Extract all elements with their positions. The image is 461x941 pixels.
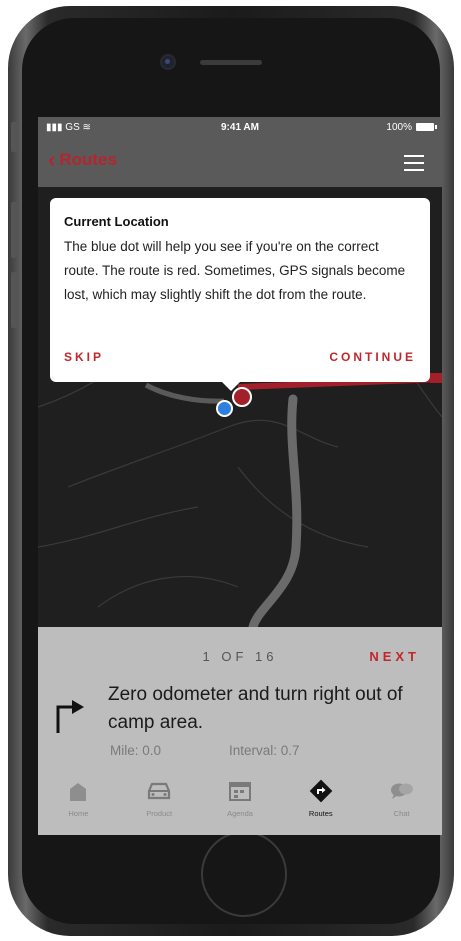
tooltip-body: The blue dot will help you see if you're… xyxy=(64,239,406,302)
tab-label: Home xyxy=(68,809,89,818)
chevron-left-icon: ‹ xyxy=(48,147,56,172)
mile-value: Mile: 0.0 xyxy=(110,743,162,758)
next-button[interactable]: NEXT xyxy=(369,649,420,664)
tab-bar: Home Product Agenda Routes Chat xyxy=(38,773,442,827)
tab-chat[interactable]: Chat xyxy=(361,773,442,827)
back-label: Routes xyxy=(59,150,117,169)
tab-home[interactable]: Home xyxy=(38,773,119,827)
front-camera xyxy=(162,56,174,68)
tab-routes[interactable]: Routes xyxy=(280,773,361,827)
tab-product[interactable]: Product xyxy=(119,773,200,827)
tab-label: Routes xyxy=(308,809,333,818)
battery-percent: 100% xyxy=(386,122,412,133)
volume-down-button xyxy=(11,272,17,328)
tab-label: Product xyxy=(146,809,173,818)
earpiece-speaker xyxy=(200,60,262,65)
car-icon xyxy=(146,779,172,803)
app-screen: ▮▮▮ GS ≋ 9:41 AM 100% ‹ Routes Current L… xyxy=(38,117,442,835)
list-icon[interactable] xyxy=(404,155,424,176)
calendar-icon xyxy=(227,779,253,803)
onboarding-tooltip: Current Location The blue dot will help … xyxy=(50,198,430,391)
current-location-dot xyxy=(216,400,233,417)
mute-switch xyxy=(11,122,17,152)
home-icon xyxy=(65,779,91,803)
tab-label: Agenda xyxy=(227,809,253,818)
route-sign-icon xyxy=(308,779,334,803)
turn-right-icon xyxy=(56,700,84,733)
tooltip-actions: SKIP CONTINUE xyxy=(64,350,416,364)
nav-bar: ‹ Routes xyxy=(38,139,442,187)
status-time: 9:41 AM xyxy=(221,122,259,133)
tab-label: Chat xyxy=(393,809,410,818)
chat-icon xyxy=(389,779,415,803)
status-bar: ▮▮▮ GS ≋ 9:41 AM 100% xyxy=(38,117,442,139)
interval-value: Interval: 0.7 xyxy=(229,743,300,758)
continue-button[interactable]: CONTINUE xyxy=(329,350,416,364)
tab-agenda[interactable]: Agenda xyxy=(200,773,281,827)
tooltip-title: Current Location xyxy=(64,214,169,229)
battery-icon xyxy=(416,123,437,131)
volume-up-button xyxy=(11,202,17,258)
instruction-text: Zero odometer and turn right out of camp… xyxy=(108,684,403,733)
back-button[interactable]: ‹ Routes xyxy=(48,147,117,172)
home-button[interactable] xyxy=(201,831,287,917)
skip-button[interactable]: SKIP xyxy=(64,350,104,364)
